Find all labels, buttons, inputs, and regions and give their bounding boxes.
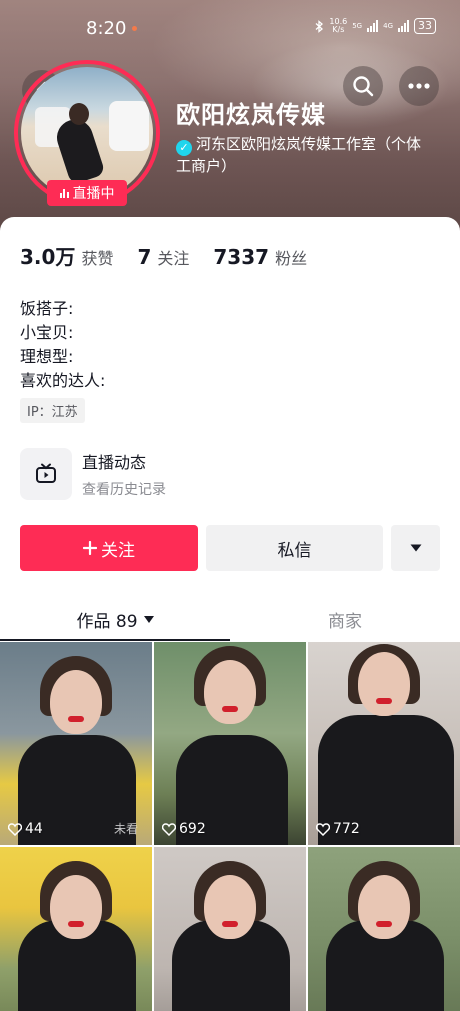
thumbnail-lips <box>222 706 238 712</box>
caret-down-icon <box>143 615 154 623</box>
status-bar: 8:20 10.6 K/s 5G 4G 33 <box>0 10 460 46</box>
plus-icon <box>83 541 97 555</box>
tab-works[interactable]: 作品 89 <box>0 597 230 641</box>
thumbnail-face <box>204 660 256 724</box>
avatar-chair-2 <box>109 101 149 151</box>
tab-works-label: 作品 89 <box>76 611 138 632</box>
search-button[interactable] <box>343 66 383 106</box>
live-badge[interactable]: 直播中 <box>47 180 127 206</box>
video-thumbnail[interactable]: 692 <box>154 642 306 845</box>
stat-likes-value: 3.0万 <box>20 245 76 269</box>
heart-outline-icon <box>162 822 176 836</box>
message-button[interactable]: 私信 <box>206 525 383 571</box>
stat-followers[interactable]: 7337 粉丝 <box>213 245 307 269</box>
live-entry-title: 直播动态 <box>82 453 147 472</box>
tab-shop-label: 商家 <box>328 611 362 632</box>
heart-outline-icon <box>316 822 330 836</box>
video-grid: 44 未看 692 772 <box>0 642 460 1011</box>
live-entry-text: 直播动态 查看历史记录 <box>82 449 166 499</box>
notification-dot <box>132 26 137 31</box>
heart-outline-icon <box>8 822 22 836</box>
watch-status: 未看 <box>113 822 138 836</box>
live-bars-icon <box>59 188 69 198</box>
stat-likes[interactable]: 3.0万 获赞 <box>20 241 113 270</box>
live-badge-label: 直播中 <box>72 186 115 202</box>
thumbnail-face <box>358 652 410 716</box>
more-actions-dropdown[interactable] <box>391 525 440 571</box>
more-dots-icon <box>408 83 430 89</box>
thumbnail-lips <box>68 716 84 722</box>
triangle-down-icon <box>410 544 421 552</box>
bio: 饭搭子: 小宝贝: 理想型: 喜欢的达人: <box>20 297 105 393</box>
bio-line: 饭搭子: <box>20 299 74 318</box>
like-count-value: 44 <box>25 821 43 837</box>
signal-4g-icon <box>398 20 409 32</box>
stat-following-value: 7 <box>137 245 152 269</box>
message-button-label: 私信 <box>277 540 312 561</box>
stat-likes-label: 获赞 <box>81 249 114 268</box>
thumbnail-lips <box>376 921 392 927</box>
stat-followers-value: 7337 <box>213 245 270 269</box>
stat-following-label: 关注 <box>157 249 190 268</box>
like-count-value: 692 <box>179 821 206 837</box>
signal2-label: 4G <box>383 22 393 30</box>
battery-level: 33 <box>414 18 436 34</box>
verified-check-icon: ✓ <box>176 140 192 156</box>
video-thumbnail[interactable]: 772 <box>308 642 460 845</box>
status-time: 8:20 <box>86 18 127 39</box>
thumbnail-face <box>358 875 410 939</box>
thumbnail-face <box>204 875 256 939</box>
thumbnail-lips <box>376 698 392 704</box>
live-history-entry[interactable]: 直播动态 查看历史记录 <box>20 448 166 500</box>
net-speed-unit: K/s <box>332 25 345 34</box>
ip-location-tag: IP：江苏 <box>20 398 85 423</box>
thumbnail-lips <box>68 921 84 927</box>
like-count: 692 <box>162 821 206 837</box>
bio-line: 理想型: <box>20 347 74 366</box>
tv-icon <box>36 463 56 483</box>
more-button[interactable] <box>399 66 439 106</box>
avatar-figure <box>52 114 106 186</box>
status-icons: 10.6 K/s 5G 4G 33 <box>315 18 436 34</box>
follow-button[interactable]: 关注 <box>20 525 198 571</box>
video-thumbnail[interactable] <box>0 847 152 1011</box>
bio-line: 喜欢的达人: <box>20 371 106 390</box>
tab-shop[interactable]: 商家 <box>230 597 460 641</box>
verification-text: 河东区欧阳炫岚传媒工作室（个体工商户） <box>176 135 422 175</box>
profile-name: 欧阳炫岚传媒 <box>176 101 326 129</box>
video-thumbnail[interactable] <box>308 847 460 1011</box>
signal1-label: 5G <box>352 22 363 30</box>
profile-panel: 3.0万 获赞 7 关注 7337 粉丝 饭搭子: 小宝贝: 理想型: 喜欢的达… <box>0 217 460 1011</box>
thumbnail-face <box>50 670 102 734</box>
video-thumbnail[interactable] <box>154 847 306 1011</box>
search-icon <box>353 76 374 97</box>
bluetooth-icon <box>315 19 324 33</box>
profile-stats: 3.0万 获赞 7 关注 7337 粉丝 <box>20 241 331 270</box>
like-count-value: 772 <box>333 821 360 837</box>
verification-info[interactable]: ✓ 河东区欧阳炫岚传媒工作室（个体工商户） <box>176 134 426 177</box>
net-speed: 10.6 K/s <box>329 18 347 34</box>
live-entry-tile <box>20 448 72 500</box>
bio-line: 小宝贝: <box>20 323 74 342</box>
like-count: 44 <box>8 821 43 837</box>
content-tabs: 作品 89 商家 <box>0 597 460 641</box>
live-entry-subtitle: 查看历史记录 <box>82 482 166 498</box>
tab-active-indicator <box>0 639 230 641</box>
stat-followers-label: 粉丝 <box>275 249 308 268</box>
avatar-head <box>69 103 89 125</box>
signal-5g-icon <box>367 20 379 32</box>
stat-following[interactable]: 7 关注 <box>137 245 189 269</box>
like-count: 772 <box>316 821 360 837</box>
thumbnail-lips <box>222 921 238 927</box>
follow-button-label: 关注 <box>101 540 135 561</box>
thumbnail-face <box>50 875 102 939</box>
video-thumbnail[interactable]: 44 未看 <box>0 642 152 845</box>
